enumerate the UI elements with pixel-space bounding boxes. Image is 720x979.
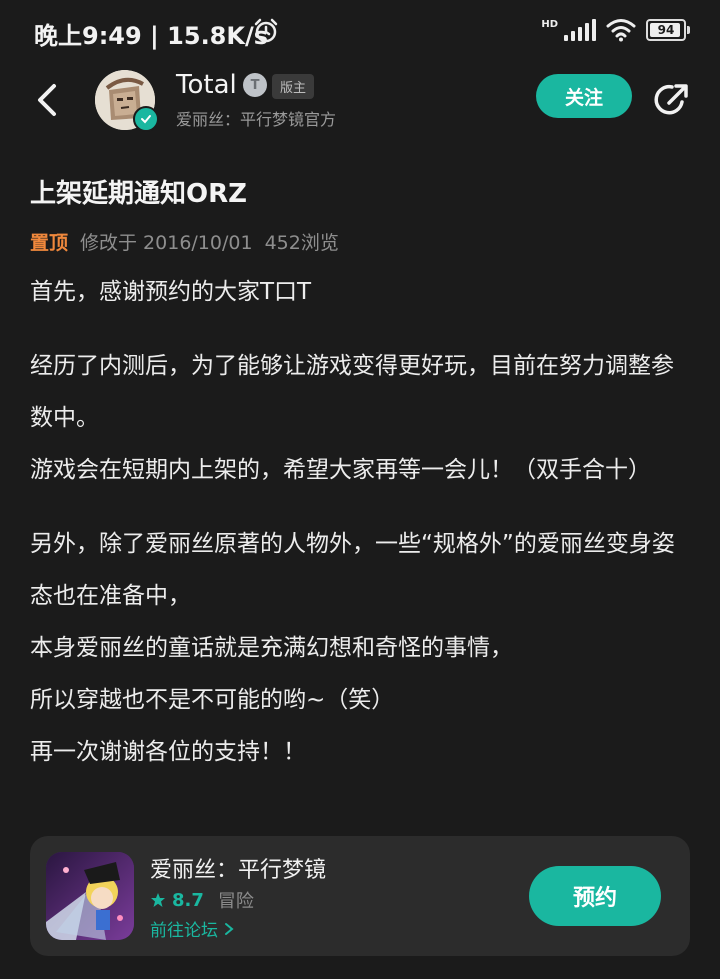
star-icon xyxy=(151,893,165,907)
share-icon[interactable] xyxy=(652,80,692,120)
app-genre: 冒险 xyxy=(217,891,254,912)
rating-score: 8.7 xyxy=(172,889,204,911)
chevron-right-icon xyxy=(225,922,234,935)
verified-icon xyxy=(133,106,159,132)
user-subtitle: 爱丽丝：平行梦镜官方 xyxy=(176,110,337,129)
paragraph: 所以穿越也不是不可能的哟~（笑） xyxy=(30,687,395,713)
post-header: Total T 版主 爱丽丝：平行梦镜官方 关注 xyxy=(0,62,720,142)
forum-link[interactable]: 前往论坛 xyxy=(150,916,234,941)
username[interactable]: Total xyxy=(176,70,237,100)
paragraph: 经历了内测后，为了能够让游戏变得更好玩，目前在努力调整参数中。 xyxy=(30,353,674,431)
back-arrow-icon[interactable] xyxy=(30,80,66,120)
post-body: 首先，感谢预约的大家T口T 经历了内测后，为了能够让游戏变得更好玩，目前在努力调… xyxy=(30,266,690,778)
modified-date: 修改于 2016/10/01 xyxy=(80,232,253,254)
paragraph: 游戏会在短期内上架的，希望大家再等一会儿！（双手合十） xyxy=(30,457,651,483)
app-icon[interactable] xyxy=(46,852,134,940)
battery-level: 94 xyxy=(657,23,675,37)
alarm-clock-icon xyxy=(254,18,278,43)
app-name[interactable]: 爱丽丝：平行梦镜 xyxy=(150,852,326,884)
paragraph: 再一次谢谢各位的支持！！ xyxy=(30,739,306,765)
paragraph: 另外，除了爱丽丝原著的人物外，一些“规格外”的爱丽丝变身姿态也在准备中， xyxy=(30,531,675,609)
app-card[interactable]: 爱丽丝：平行梦镜 8.7 冒险 前往论坛 预约 xyxy=(30,836,690,956)
app-icon-art xyxy=(46,852,134,940)
moderator-tag: 版主 xyxy=(272,74,315,99)
status-bar: 晚上9:49 | 15.8K/s HD 94 xyxy=(0,0,720,62)
paragraph: 本身爱丽丝的童话就是充满幻想和奇怪的事情， xyxy=(30,635,513,661)
post-meta: 置顶 修改于 2016/10/01 452浏览 xyxy=(30,228,339,255)
post-title: 上架延期通知ORZ xyxy=(30,179,247,209)
status-time: 晚上9:49 | 15.8K/s xyxy=(34,22,269,50)
battery-icon: 94 xyxy=(646,19,690,41)
reserve-button[interactable]: 预约 xyxy=(529,866,661,926)
signal-icon xyxy=(564,19,596,41)
app-rating: 8.7 冒险 xyxy=(150,887,254,913)
wifi-icon xyxy=(606,19,636,42)
forum-link-label[interactable]: 前往论坛 xyxy=(150,916,218,941)
hd-label: HD xyxy=(541,19,558,30)
follow-button[interactable]: 关注 xyxy=(536,74,632,118)
view-count: 452浏览 xyxy=(264,232,339,254)
user-level-badge: T xyxy=(243,73,267,97)
paragraph: 首先，感谢预约的大家T口T xyxy=(30,279,312,305)
status-icons: HD 94 xyxy=(541,18,690,42)
pinned-label: 置顶 xyxy=(30,232,69,254)
